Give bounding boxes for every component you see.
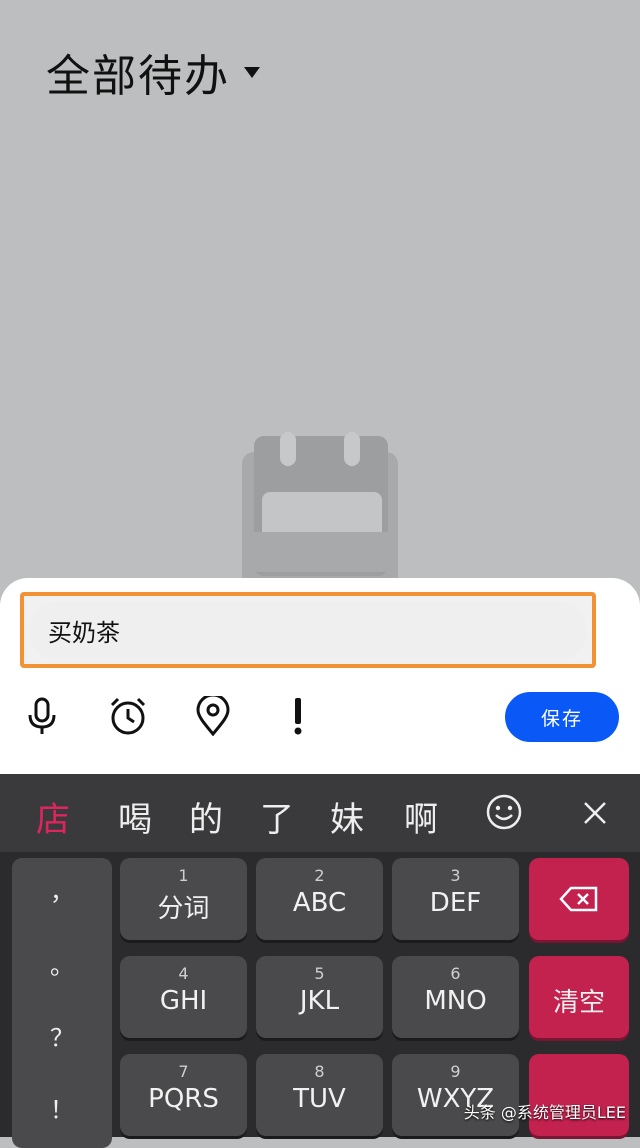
key-label: PQRS xyxy=(148,1084,219,1114)
key-8[interactable]: 8 TUV xyxy=(256,1054,383,1136)
ime-keyboard: 店 喝 的 了 妹 啊 ， 。 ？ ！ 1 分词 2 ABC 3 DEF 4 G… xyxy=(0,774,640,1148)
key-2[interactable]: 2 ABC xyxy=(256,858,383,940)
key-number: 7 xyxy=(178,1062,189,1081)
watermark: 头条 @系统管理员LEE xyxy=(463,1103,626,1122)
key-number: 9 xyxy=(450,1062,461,1081)
key-number: 6 xyxy=(450,964,461,983)
dropdown-caret-icon[interactable] xyxy=(244,66,260,78)
key-number: 3 xyxy=(450,866,461,885)
candidate-item[interactable]: 的 xyxy=(189,792,223,841)
punctuation-column[interactable]: ， 。 ？ ！ xyxy=(12,858,112,1148)
alarm-clock-icon[interactable] xyxy=(108,696,148,736)
key-label: DEF xyxy=(429,888,482,918)
key-label: ABC xyxy=(292,888,347,918)
priority-icon[interactable] xyxy=(278,696,318,736)
close-icon[interactable] xyxy=(580,798,610,828)
punctuation-key[interactable]: ？ xyxy=(12,1018,112,1053)
send-key[interactable] xyxy=(529,1054,629,1136)
clear-label: 清空 xyxy=(552,988,605,1018)
page-title[interactable]: 全部待办 xyxy=(46,40,260,104)
calendar-empty-icon xyxy=(242,432,398,592)
key-number: 2 xyxy=(314,866,325,885)
new-todo-sheet: 买奶茶 保存 xyxy=(0,578,640,776)
key-7[interactable]: 7 PQRS xyxy=(120,1054,247,1136)
key-number: 1 xyxy=(178,866,189,885)
key-label: JKL xyxy=(299,986,340,1016)
page-title-text: 全部待办 xyxy=(46,51,230,102)
todo-input[interactable]: 买奶茶 xyxy=(30,602,586,658)
key-1[interactable]: 1 分词 xyxy=(120,858,247,940)
punctuation-key[interactable]: 。 xyxy=(12,946,112,981)
candidate-item[interactable]: 喝 xyxy=(118,792,152,841)
candidate-item[interactable]: 了 xyxy=(260,792,294,841)
key-6[interactable]: 6 MNO xyxy=(392,956,519,1038)
candidate-item[interactable]: 啊 xyxy=(404,792,438,841)
backspace-icon xyxy=(559,886,598,912)
key-3[interactable]: 3 DEF xyxy=(392,858,519,940)
key-label: TUV xyxy=(293,1084,346,1114)
key-number: 5 xyxy=(314,964,325,983)
key-number: 4 xyxy=(178,964,189,983)
candidate-item[interactable]: 妹 xyxy=(330,792,364,841)
key-9[interactable]: 9 WXYZ xyxy=(392,1054,519,1136)
key-4[interactable]: 4 GHI xyxy=(120,956,247,1038)
microphone-icon[interactable] xyxy=(22,696,62,736)
candidate-item[interactable]: 店 xyxy=(36,792,70,841)
emoji-icon[interactable] xyxy=(486,794,522,830)
candidate-bar: 店 喝 的 了 妹 啊 xyxy=(0,774,640,852)
save-button[interactable]: 保存 xyxy=(505,692,619,742)
location-pin-icon[interactable] xyxy=(193,696,233,736)
key-5[interactable]: 5 JKL xyxy=(256,956,383,1038)
clear-button[interactable]: 清空 xyxy=(529,956,629,1038)
backspace-button[interactable] xyxy=(529,858,629,940)
key-label: MNO xyxy=(424,986,487,1016)
key-label: GHI xyxy=(159,986,208,1016)
punctuation-key[interactable]: ！ xyxy=(12,1090,112,1125)
todo-input-highlight: 买奶茶 xyxy=(20,592,596,668)
punctuation-key[interactable]: ， xyxy=(12,872,112,907)
key-number: 8 xyxy=(314,1062,325,1081)
key-label: 分词 xyxy=(157,894,210,924)
